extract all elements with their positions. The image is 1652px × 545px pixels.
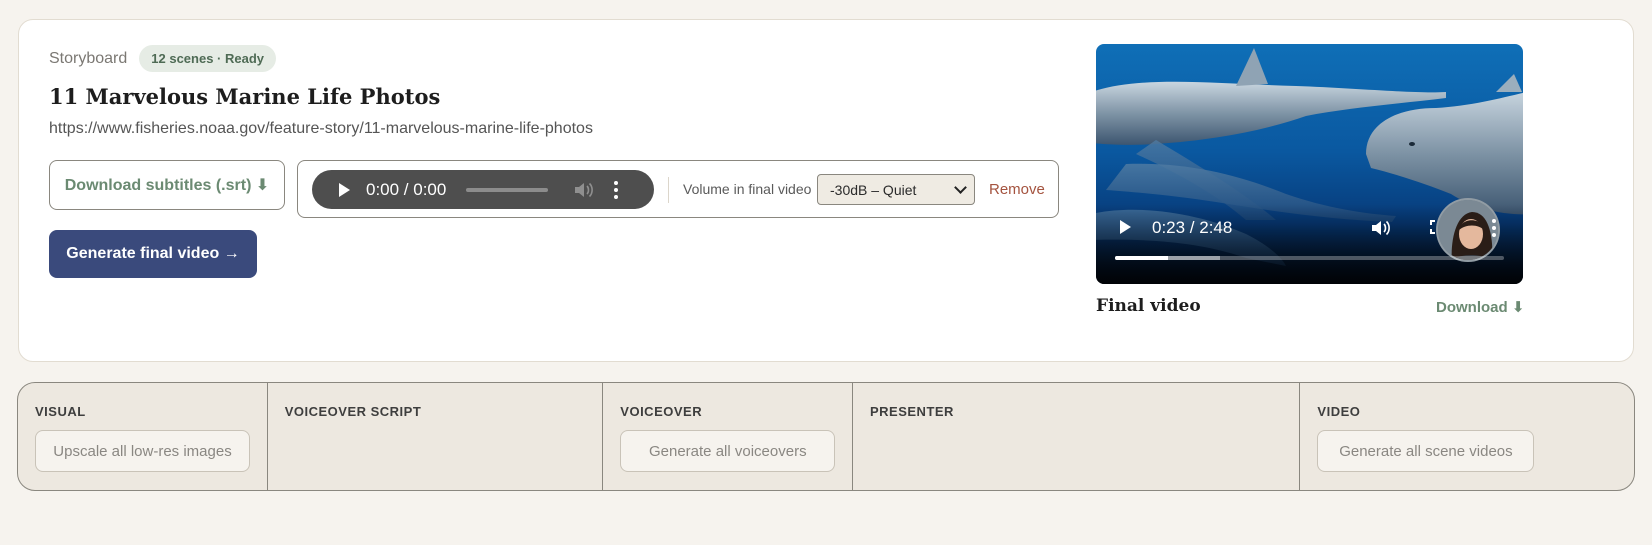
status-badge: 12 scenes · Ready (139, 45, 276, 72)
scene-columns-header: VISUAL Upscale all low-res images VOICEO… (17, 382, 1635, 491)
storyboard-card: Storyboard 12 scenes · Ready 11 Marvelou… (18, 19, 1634, 362)
video-time: 0:23 / 2:48 (1152, 218, 1233, 237)
video-seek-bar[interactable] (1115, 256, 1504, 260)
page-title: 11 Marvelous Marine Life Photos (49, 84, 441, 109)
more-options-icon[interactable] (614, 180, 619, 199)
volume-icon[interactable] (574, 181, 594, 199)
column-visual: VISUAL Upscale all low-res images (18, 383, 268, 490)
generate-scene-videos-button[interactable]: Generate all scene videos (1317, 430, 1535, 472)
download-subtitles-button[interactable]: Download subtitles (.srt) ⬇ (49, 160, 285, 210)
generate-voiceovers-button[interactable]: Generate all voiceovers (620, 430, 836, 472)
upscale-images-button[interactable]: Upscale all low-res images (35, 430, 250, 472)
background-music-panel: 0:00 / 0:00 Volume in final video -30dB … (297, 160, 1059, 218)
play-icon[interactable] (1120, 220, 1131, 234)
source-url: https://www.fisheries.noaa.gov/feature-s… (49, 120, 593, 137)
volume-select[interactable]: -30dB – Quiet (817, 174, 975, 205)
download-video-link[interactable]: Download ⬇ (1436, 298, 1524, 316)
final-video-caption: Final video (1096, 296, 1201, 316)
remove-audio-link[interactable]: Remove (989, 181, 1045, 198)
column-video: VIDEO Generate all scene videos (1300, 383, 1634, 490)
column-title: VIDEO (1317, 404, 1361, 419)
divider (668, 177, 669, 203)
storyboard-label: Storyboard (49, 49, 128, 67)
generate-final-video-button[interactable]: Generate final video → (49, 230, 257, 278)
audio-seek-bar[interactable] (466, 187, 549, 192)
column-voiceover: VOICEOVER Generate all voiceovers (603, 383, 853, 490)
column-title: VOICEOVER (620, 404, 703, 419)
play-icon[interactable] (339, 182, 350, 197)
volume-icon[interactable] (1371, 219, 1393, 242)
presenter-avatar (1436, 198, 1500, 262)
chevron-down-icon (954, 181, 967, 194)
volume-label: Volume in final video (683, 181, 812, 197)
video-progress-bar (1115, 256, 1169, 260)
column-title: PRESENTER (869, 404, 954, 419)
volume-select-value: -30dB – Quiet (830, 181, 917, 198)
column-title: VISUAL (35, 404, 86, 419)
column-voiceover-script: VOICEOVER SCRIPT (268, 383, 604, 490)
audio-player[interactable]: 0:00 / 0:00 (312, 170, 654, 209)
column-presenter: PRESENTER (853, 383, 1301, 490)
audio-time: 0:00 / 0:00 (366, 179, 447, 199)
more-options-icon[interactable] (1492, 219, 1496, 237)
storyboard-header: Storyboard 12 scenes · Ready (49, 45, 276, 72)
final-video-player[interactable]: 0:23 / 2:48 (1096, 44, 1523, 284)
column-title: VOICEOVER SCRIPT (284, 404, 422, 419)
